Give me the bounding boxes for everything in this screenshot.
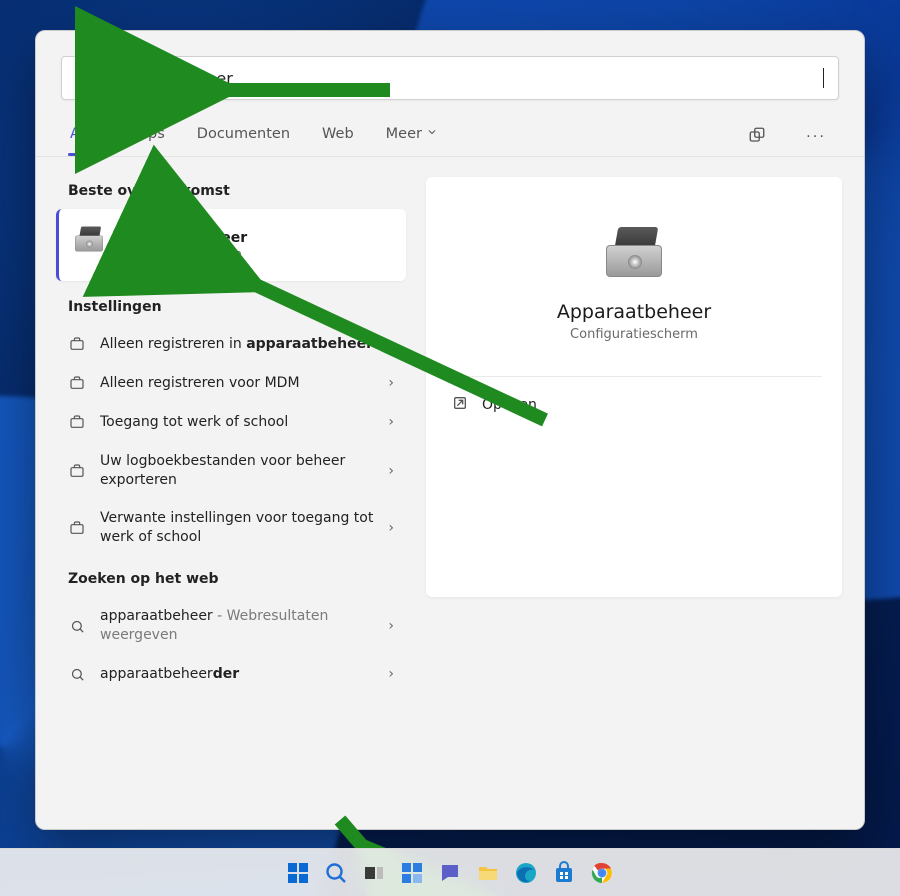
taskbar-explorer[interactable]: [474, 859, 502, 887]
taskbar-widgets[interactable]: [398, 859, 426, 887]
open-label: Openen: [482, 397, 537, 413]
briefcase-icon: [68, 375, 86, 391]
preview-title: Apparaatbeheer: [557, 301, 711, 323]
taskbar-search[interactable]: [322, 859, 350, 887]
open-action[interactable]: Openen: [446, 385, 822, 425]
preview-pane: Apparaatbeheer Configuratiescherm Openen: [416, 157, 864, 829]
preview-subtitle: Configuratiescherm: [570, 327, 698, 342]
tab-all[interactable]: Alle: [68, 118, 99, 156]
settings-item[interactable]: Uw logboekbestanden voor beheer exporter…: [52, 442, 410, 500]
settings-item[interactable]: Alleen registreren voor MDM ›: [52, 364, 410, 403]
chevron-right-icon: ›: [388, 336, 394, 352]
best-match-heading: Beste overeenkomst: [52, 175, 416, 209]
briefcase-icon: [68, 336, 86, 352]
settings-item-label: Verwante instellingen voor toegang tot w…: [100, 509, 374, 547]
open-icon: [452, 395, 468, 415]
best-match-item[interactable]: Apparaatbeheer Configuratiescherm: [56, 209, 406, 281]
chevron-right-icon: ›: [388, 666, 394, 682]
search-icon: [68, 619, 86, 634]
chevron-right-icon: ›: [388, 414, 394, 430]
tab-apps[interactable]: Apps: [127, 118, 167, 156]
tab-more[interactable]: Meer: [384, 118, 440, 156]
web-result-item[interactable]: apparaatbeheerder ›: [52, 655, 410, 694]
search-panel: Alle Apps Documenten Web Meer ··· Beste …: [35, 30, 865, 830]
search-box[interactable]: [61, 56, 839, 100]
preview-app-icon: [602, 227, 666, 279]
chevron-right-icon: ›: [388, 375, 394, 391]
briefcase-icon: [68, 414, 86, 430]
taskbar-store[interactable]: [550, 859, 578, 887]
web-item-label: apparaatbeheer - Webresultaten weergeven: [100, 607, 374, 645]
web-heading: Zoeken op het web: [52, 563, 416, 597]
filter-tabs: Alle Apps Documenten Web Meer ···: [36, 112, 864, 157]
chevron-right-icon: ›: [388, 618, 394, 634]
open-in-browser-icon[interactable]: [742, 120, 772, 154]
search-icon: [68, 667, 86, 682]
settings-item-label: Alleen registreren in apparaatbeheer: [100, 335, 374, 354]
device-manager-icon: [73, 227, 90, 242]
taskbar-edge[interactable]: [512, 859, 540, 887]
results-list: Beste overeenkomst Apparaatbeheer Config…: [36, 157, 416, 829]
settings-item[interactable]: Toegang tot werk of school ›: [52, 403, 410, 442]
taskbar: [0, 848, 900, 896]
chevron-down-icon: [426, 126, 438, 142]
settings-item-label: Uw logboekbestanden voor beheer exporter…: [100, 452, 374, 490]
text-caret: [823, 68, 824, 88]
web-result-item[interactable]: apparaatbeheer - Webresultaten weergeven…: [52, 597, 410, 655]
search-icon: [76, 67, 94, 89]
more-options-icon[interactable]: ···: [800, 123, 832, 151]
search-input[interactable]: [104, 69, 823, 88]
chevron-right-icon: ›: [388, 463, 394, 479]
web-item-label: apparaatbeheerder: [100, 665, 374, 684]
preview-card: Apparaatbeheer Configuratiescherm Openen: [426, 177, 842, 597]
best-match-subtitle: Configuratiescherm: [119, 246, 247, 261]
briefcase-icon: [68, 463, 86, 479]
settings-item[interactable]: Alleen registreren in apparaatbeheer ›: [52, 325, 410, 364]
best-match-title: Apparaatbeheer: [119, 230, 247, 246]
taskbar-chat[interactable]: [436, 859, 464, 887]
briefcase-icon: [68, 520, 86, 536]
taskbar-start[interactable]: [284, 859, 312, 887]
tab-documents[interactable]: Documenten: [195, 118, 292, 156]
tab-web[interactable]: Web: [320, 118, 356, 156]
search-container: [36, 31, 864, 112]
taskbar-chrome[interactable]: [588, 859, 616, 887]
settings-item[interactable]: Verwante instellingen voor toegang tot w…: [52, 499, 410, 557]
settings-heading: Instellingen: [52, 291, 416, 325]
chevron-right-icon: ›: [388, 520, 394, 536]
settings-item-label: Toegang tot werk of school: [100, 413, 374, 432]
settings-item-label: Alleen registreren voor MDM: [100, 374, 374, 393]
taskbar-taskview[interactable]: [360, 859, 388, 887]
